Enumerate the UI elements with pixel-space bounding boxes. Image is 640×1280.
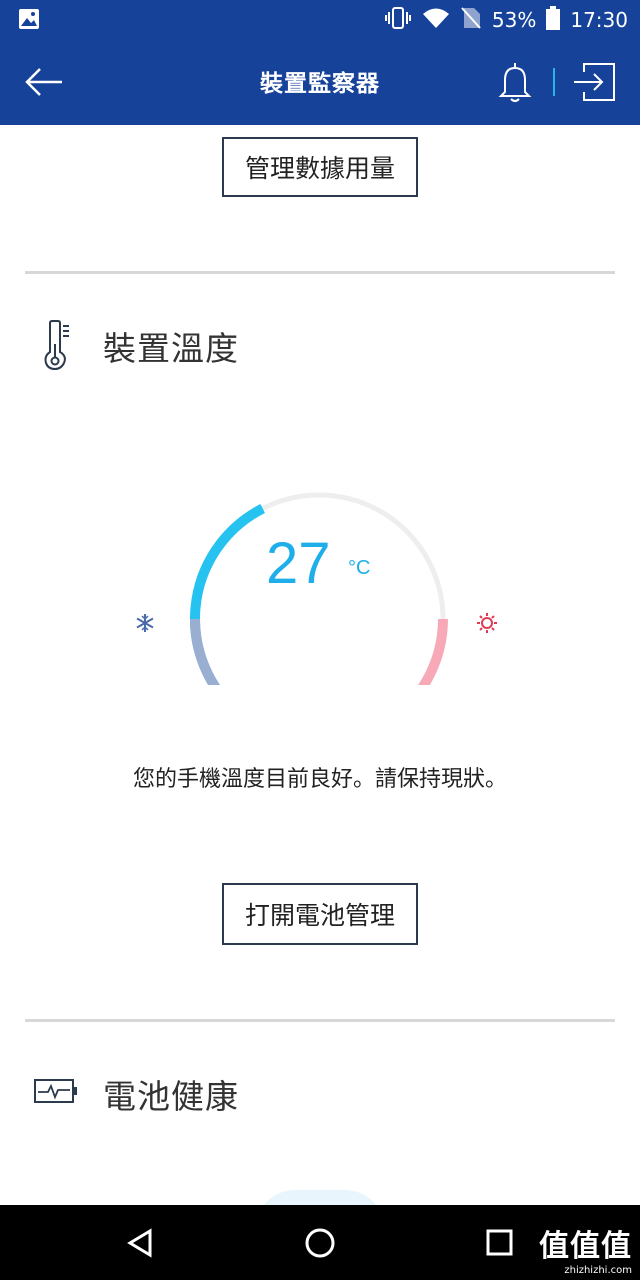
gauge-hot-zone-arc [417,618,448,685]
main-content: 管理數據用量 裝置溫度 27 °C 您的手機溫度目前良好。請保持現狀。 打開電池… [0,125,640,1205]
battery-icon [546,5,561,35]
temperature-unit: °C [348,557,371,579]
exit-icon[interactable] [570,60,618,104]
navigation-bar: 值值值 zhizhizhi.com [0,1205,640,1280]
app-bar: 裝置監察器 [0,40,640,125]
nav-home-icon[interactable] [298,1223,342,1263]
watermark: 值值值 zhizhizhi.com [539,1221,632,1276]
watermark-domain: zhizhizhi.com [564,1265,632,1276]
page-title: 裝置監察器 [260,71,380,97]
image-notification-icon [18,8,40,34]
gauge-cold-zone-arc [190,618,221,685]
section-divider [25,271,615,274]
battery-percent: 53% [491,8,537,32]
battery-health-title: 電池健康 [103,1077,239,1116]
nav-back-icon[interactable] [120,1223,164,1263]
open-battery-management-button[interactable]: 打開電池管理 [222,883,418,945]
temperature-value: 27 [266,531,331,596]
nav-recents-icon[interactable] [478,1223,522,1263]
device-temperature-title: 裝置溫度 [103,329,239,368]
thermometer-icon [42,320,72,374]
manage-data-usage-button[interactable]: 管理數據用量 [222,137,418,197]
vibrate-icon [384,6,412,35]
snowflake-icon [136,614,154,632]
temperature-status-message: 您的手機溫度目前良好。請保持現狀。 [132,767,507,792]
status-bar: 53% 17:30 [0,0,640,40]
bell-icon[interactable] [494,60,536,104]
battery-health-icon [34,1077,78,1109]
clock: 17:30 [570,8,628,32]
battery-health-chart-peek [255,1190,385,1205]
section-divider [25,1019,615,1022]
wifi-icon [422,7,450,34]
watermark-brand: 值值值 [539,1229,632,1264]
sun-icon [477,613,497,633]
no-sim-icon [460,6,482,35]
appbar-separator [553,68,555,96]
